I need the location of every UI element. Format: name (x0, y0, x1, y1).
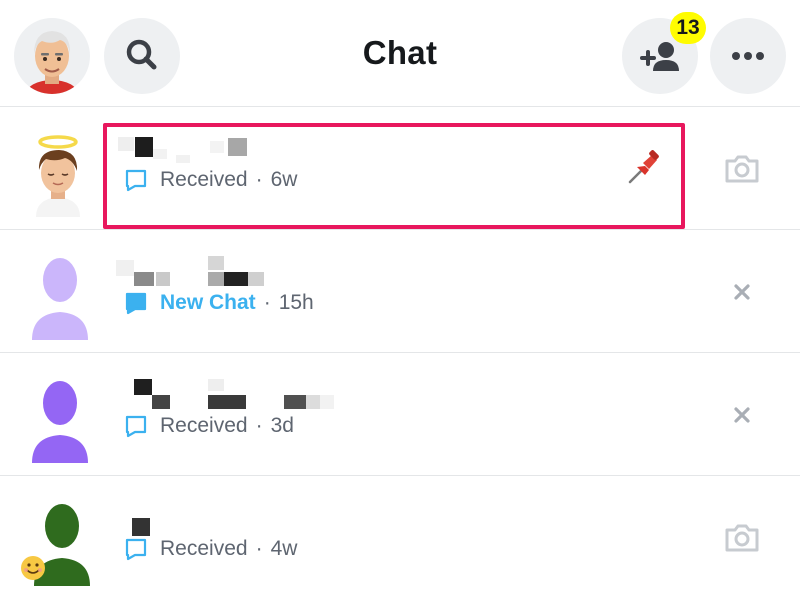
chat-time: 15h (278, 291, 314, 314)
separator-dot: · (263, 291, 271, 314)
camera-icon[interactable] (722, 149, 762, 189)
pin-icon (628, 150, 659, 184)
friend-avatar (21, 504, 90, 586)
bitmoji-avatar (26, 31, 78, 94)
chat-time: 3d (270, 414, 294, 437)
separator-dot: · (255, 537, 263, 560)
friend-avatar (36, 135, 80, 217)
page-title: Chat (362, 34, 438, 71)
chat-status-label: Received (160, 414, 248, 437)
friend-name-redacted (116, 242, 396, 286)
friend-avatar (32, 258, 88, 340)
close-icon[interactable] (722, 395, 762, 435)
chat-list-item[interactable]: Received · 3d (0, 352, 800, 475)
chat-status: Received · 4w (124, 533, 297, 565)
chat-list-item[interactable]: Received · 4w (0, 475, 800, 598)
chat-filled-icon (125, 292, 147, 315)
chat-time: 4w (270, 537, 298, 560)
friend-avatar (32, 381, 88, 463)
close-icon[interactable] (722, 272, 762, 312)
chat-status: New Chat · 15h (124, 287, 314, 319)
friend-request-count-badge: 13 (670, 12, 706, 44)
chat-outline-icon (125, 538, 147, 561)
search-button[interactable] (104, 18, 180, 94)
profile-avatar-button[interactable] (14, 18, 90, 94)
highlight-box (103, 123, 685, 229)
chat-status-label: New Chat (160, 291, 256, 314)
chat-header: Chat 13 (0, 0, 800, 112)
chat-list-item[interactable]: New Chat · 15h (0, 229, 800, 352)
separator-dot: · (255, 414, 263, 437)
more-options-button[interactable] (710, 18, 786, 94)
more-icon (732, 52, 764, 60)
chat-status-label: Received (160, 537, 248, 560)
friend-name-redacted (116, 488, 396, 536)
search-icon (126, 39, 157, 70)
friend-name-redacted (116, 365, 396, 409)
chat-status: Received · 3d (124, 410, 294, 442)
camera-icon[interactable] (722, 518, 762, 558)
chat-outline-icon (125, 415, 147, 438)
